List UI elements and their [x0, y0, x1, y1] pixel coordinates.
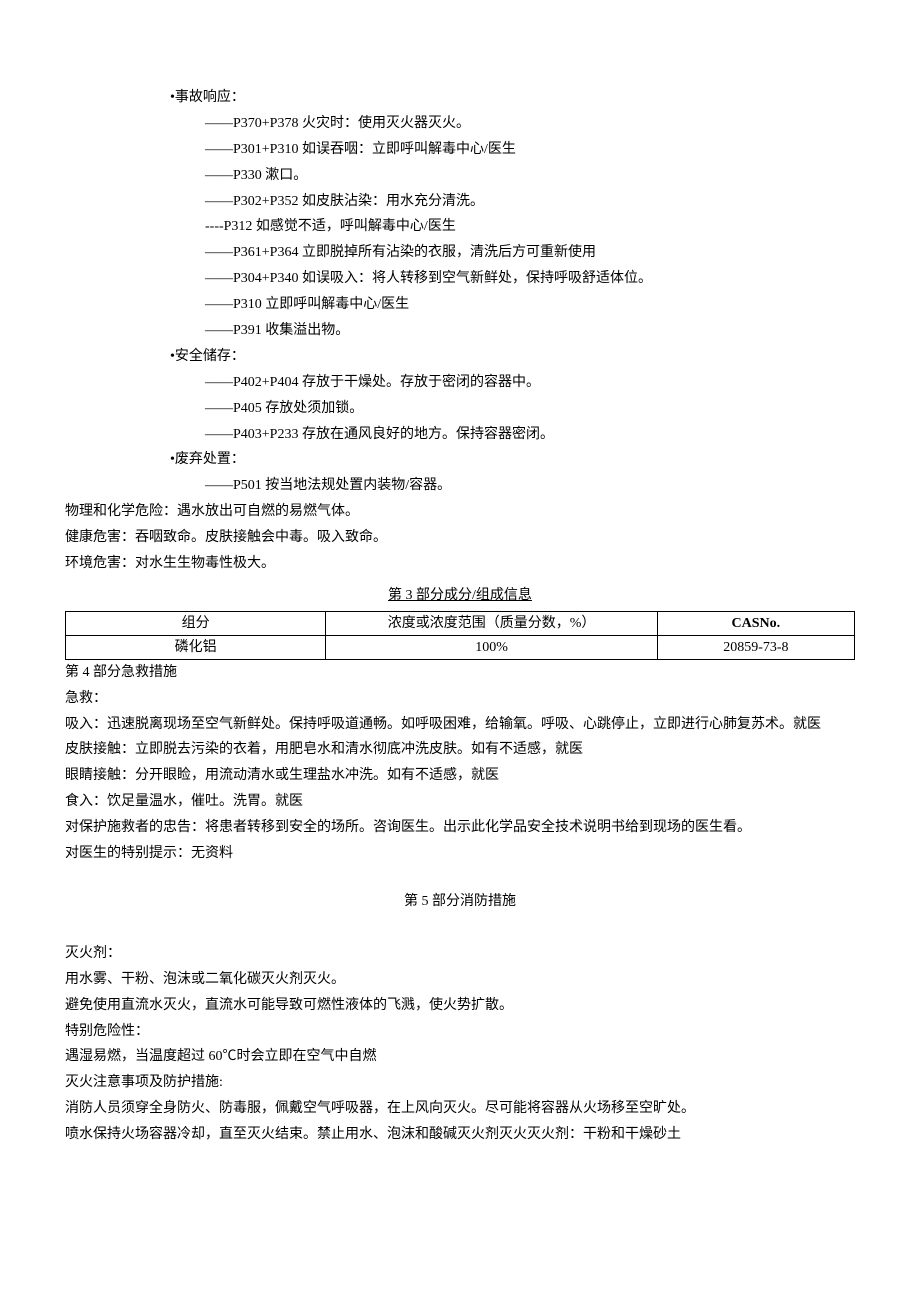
- section5-line: 遇湿易燃，当温度超过 60℃时会立即在空气中自燃: [65, 1044, 855, 1070]
- response-item: ——P310 立即呼叫解毒中心/医生: [65, 292, 855, 318]
- section4-line: 眼睛接触：分开眼睑，用流动清水或生理盐水冲洗。如有不适感，就医: [65, 763, 855, 789]
- section5-line: 灭火剂：: [65, 941, 855, 967]
- section5-line: 特别危险性：: [65, 1019, 855, 1045]
- cell-component: 磷化铝: [66, 635, 326, 659]
- storage-item: ——P405 存放处须加锁。: [65, 396, 855, 422]
- response-title: •事故响应：: [65, 85, 855, 111]
- response-item: ——P302+P352 如皮肤沾染：用水充分清洗。: [65, 189, 855, 215]
- storage-item: ——P403+P233 存放在通风良好的地方。保持容器密闭。: [65, 422, 855, 448]
- section5-line: 消防人员须穿全身防火、防毒服，佩戴空气呼吸器，在上风向灭火。尽可能将容器从火场移…: [65, 1096, 855, 1122]
- section5-line: 用水雾、干粉、泡沫或二氧化碳灭火剂灭火。: [65, 967, 855, 993]
- section4-line: 对医生的特别提示：无资料: [65, 841, 855, 867]
- response-item: ——P361+P364 立即脱掉所有沾染的衣服，清洗后方可重新使用: [65, 240, 855, 266]
- section5-line: 避免使用直流水灭火，直流水可能导致可燃性液体的飞溅，使火势扩散。: [65, 993, 855, 1019]
- section4-line: 食入：饮足量温水，催吐。洗胃。就医: [65, 789, 855, 815]
- col-component: 组分: [66, 611, 326, 635]
- section4-line: 急救：: [65, 686, 855, 712]
- composition-table: 组分 浓度或浓度范围（质量分数，%） CASNo. 磷化铝 100% 20859…: [65, 611, 855, 660]
- table-header-row: 组分 浓度或浓度范围（质量分数，%） CASNo.: [66, 611, 855, 635]
- hazard-physical: 物理和化学危险：遇水放出可自燃的易燃气体。: [65, 499, 855, 525]
- response-item: ——P301+P310 如误吞咽：立即呼叫解毒中心/医生: [65, 137, 855, 163]
- storage-title: •安全储存：: [65, 344, 855, 370]
- section5-title: 第 5 部分消防措施: [65, 889, 855, 915]
- disposal-item: ——P501 按当地法规处置内装物/容器。: [65, 473, 855, 499]
- section4-title: 第 4 部分急救措施: [65, 660, 855, 686]
- col-cas: CASNo.: [657, 611, 854, 635]
- cell-concentration: 100%: [326, 635, 657, 659]
- table-row: 磷化铝 100% 20859-73-8: [66, 635, 855, 659]
- response-item: ——P304+P340 如误吸入：将人转移到空气新鲜处，保持呼吸舒适体位。: [65, 266, 855, 292]
- response-item: ——P391 收集溢出物。: [65, 318, 855, 344]
- storage-item: ——P402+P404 存放于干燥处。存放于密闭的容器中。: [65, 370, 855, 396]
- section3-title: 第 3 部分成分/组成信息: [65, 583, 855, 609]
- section5-line: 喷水保持火场容器冷却，直至灭火结束。禁止用水、泡沫和酸碱灭火剂灭火灭火剂：干粉和…: [65, 1122, 855, 1148]
- response-item: ----P312 如感觉不适，呼叫解毒中心/医生: [65, 214, 855, 240]
- disposal-title: •废弃处置：: [65, 447, 855, 473]
- response-item: ——P330 漱口。: [65, 163, 855, 189]
- section5-line: 灭火注意事项及防护措施:: [65, 1070, 855, 1096]
- col-concentration: 浓度或浓度范围（质量分数，%）: [326, 611, 657, 635]
- hazard-health: 健康危害：吞咽致命。皮肤接触会中毒。吸入致命。: [65, 525, 855, 551]
- cell-cas: 20859-73-8: [657, 635, 854, 659]
- section4-line: 皮肤接触：立即脱去污染的衣着，用肥皂水和清水彻底冲洗皮肤。如有不适感，就医: [65, 737, 855, 763]
- response-item: ——P370+P378 火灾时：使用灭火器灭火。: [65, 111, 855, 137]
- section4-line: 吸入：迅速脱离现场至空气新鲜处。保持呼吸道通畅。如呼吸困难，给输氧。呼吸、心跳停…: [65, 712, 855, 738]
- hazard-environment: 环境危害：对水生生物毒性极大。: [65, 551, 855, 577]
- section4-line: 对保护施救者的忠告：将患者转移到安全的场所。咨询医生。出示此化学品安全技术说明书…: [65, 815, 855, 841]
